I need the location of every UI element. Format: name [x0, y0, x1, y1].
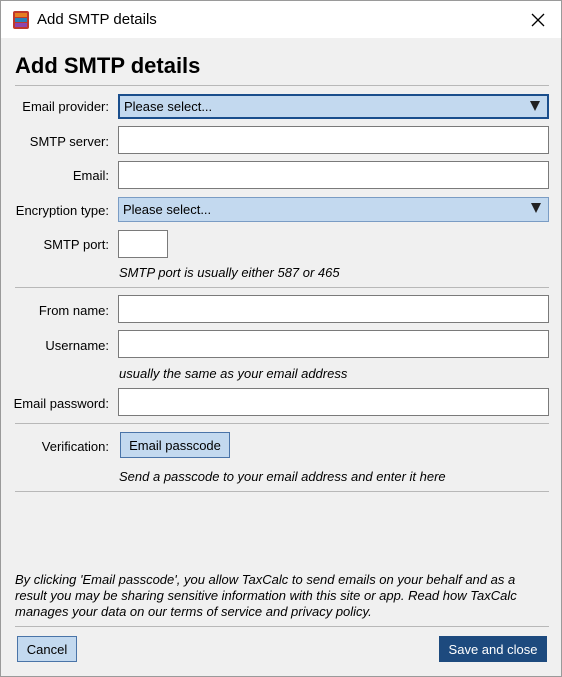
username-hint: usually the same as your email address [119, 366, 348, 381]
encryption-type-value: Please select... [123, 202, 212, 217]
cancel-button[interactable]: Cancel [17, 636, 77, 662]
dialog-window: Add SMTP details Add SMTP details Email … [0, 0, 562, 677]
close-icon [531, 13, 545, 26]
chevron-down-icon [530, 101, 540, 111]
save-and-close-button[interactable]: Save and close [439, 636, 547, 662]
email-provider-value: Please select... [124, 99, 213, 114]
page-title: Add SMTP details [15, 53, 201, 78]
app-icon [12, 10, 30, 30]
from-name-label: From name: [38, 303, 109, 318]
email-provider-select[interactable]: Please select... [118, 94, 549, 119]
chevron-down-icon [531, 203, 541, 213]
email-input[interactable] [118, 161, 549, 189]
close-button[interactable] [515, 1, 561, 38]
smtp-port-hint: SMTP port is usually either 587 or 465 [119, 265, 340, 280]
smtp-port-input[interactable] [118, 230, 168, 258]
encryption-type-label: Encryption type: [15, 203, 109, 218]
email-password-label: Email password: [13, 396, 109, 411]
from-name-input[interactable] [118, 295, 549, 323]
smtp-server-input[interactable] [118, 126, 549, 154]
smtp-server-label: SMTP server: [29, 134, 109, 149]
divider [15, 423, 549, 424]
encryption-type-select[interactable]: Please select... [118, 197, 549, 222]
username-label: Username: [45, 338, 109, 353]
username-input[interactable] [118, 330, 549, 358]
verification-label: Verification: [41, 439, 109, 454]
disclaimer-text: By clicking 'Email passcode', you allow … [15, 572, 517, 619]
title-bar: Add SMTP details [1, 1, 561, 38]
divider [15, 85, 549, 86]
verification-hint: Send a passcode to your email address an… [119, 469, 446, 484]
email-passcode-button[interactable]: Email passcode [120, 432, 230, 458]
email-label: Email: [72, 168, 109, 183]
window-title: Add SMTP details [37, 11, 157, 28]
smtp-port-label: SMTP port: [43, 237, 109, 252]
divider [15, 287, 549, 288]
divider [15, 626, 549, 627]
divider [15, 491, 549, 492]
email-password-input[interactable] [118, 388, 549, 416]
email-provider-label: Email provider: [22, 99, 109, 114]
